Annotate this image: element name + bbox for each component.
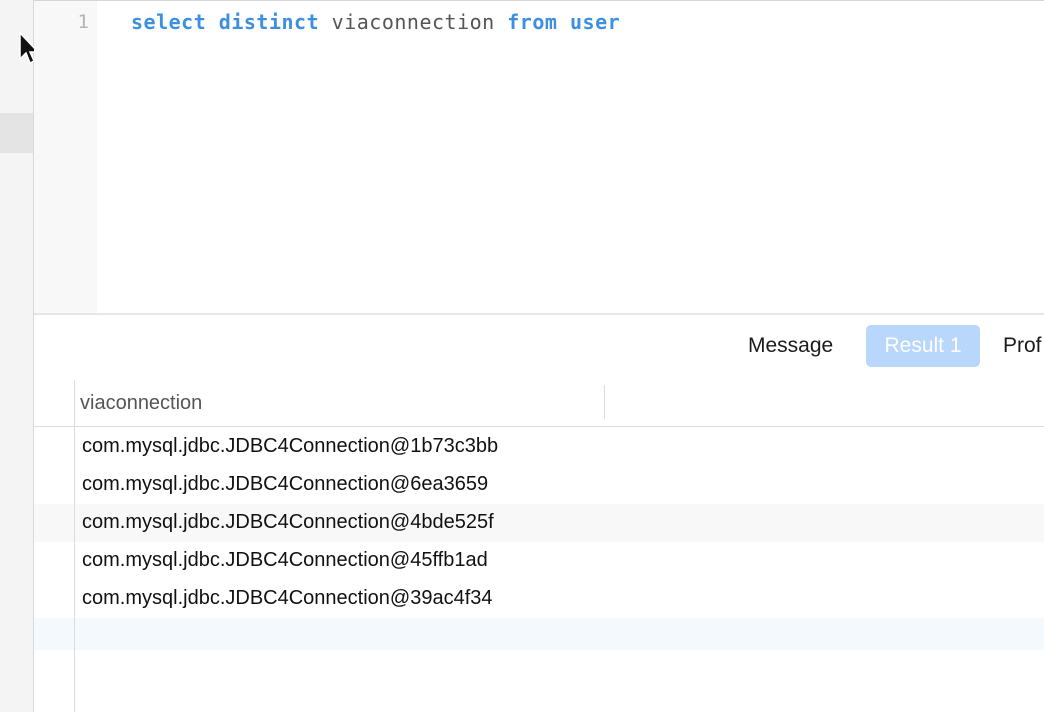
tab-message[interactable]: Message [748,325,833,367]
sidebar-selected-item[interactable] [0,113,33,153]
column-divider[interactable] [604,385,605,419]
line-gutter: 1 [34,1,97,314]
identifier-table: user [569,10,621,34]
table-row[interactable]: com.mysql.jdbc.JDBC4Connection@39ac4f34 [34,580,1044,618]
result-tabs: Message Result 1 Prof [34,315,1044,380]
tab-profile[interactable]: Prof [1003,325,1044,367]
table-cell[interactable]: com.mysql.jdbc.JDBC4Connection@45ffb1ad [82,549,488,572]
app-window: 1 select distinct viaconnection from use… [0,0,1044,712]
table-cell[interactable]: com.mysql.jdbc.JDBC4Connection@6ea3659 [82,473,488,496]
grid-header: viaconnection [34,380,1044,427]
identifier-column: viaconnection [331,10,495,34]
table-cell[interactable]: com.mysql.jdbc.JDBC4Connection@1b73c3bb [82,435,498,458]
tab-result-1[interactable]: Result 1 [866,325,980,367]
result-grid: viaconnection com.mysql.jdbc.JDBC4Connec… [34,380,1044,712]
table-row[interactable]: com.mysql.jdbc.JDBC4Connection@45ffb1ad [34,542,1044,580]
sql-editor[interactable]: 1 select distinct viaconnection from use… [34,0,1044,314]
column-header-viaconnection[interactable]: viaconnection [80,392,202,415]
sidebar-strip [0,0,34,712]
keyword-from: from [507,10,558,34]
table-row[interactable]: com.mysql.jdbc.JDBC4Connection@6ea3659 [34,466,1044,504]
keyword-distinct: distinct [218,10,320,34]
keyword-select: select [131,10,207,34]
table-row[interactable]: com.mysql.jdbc.JDBC4Connection@1b73c3bb [34,428,1044,466]
table-cell[interactable]: com.mysql.jdbc.JDBC4Connection@39ac4f34 [82,587,493,610]
code-line[interactable]: select distinct viaconnection from user [131,10,620,34]
row-gutter-divider [74,380,75,712]
line-number: 1 [77,11,89,33]
table-row[interactable]: com.mysql.jdbc.JDBC4Connection@4bde525f [34,504,1044,542]
table-row-new[interactable] [34,618,1044,650]
table-cell[interactable]: com.mysql.jdbc.JDBC4Connection@4bde525f [82,511,494,534]
